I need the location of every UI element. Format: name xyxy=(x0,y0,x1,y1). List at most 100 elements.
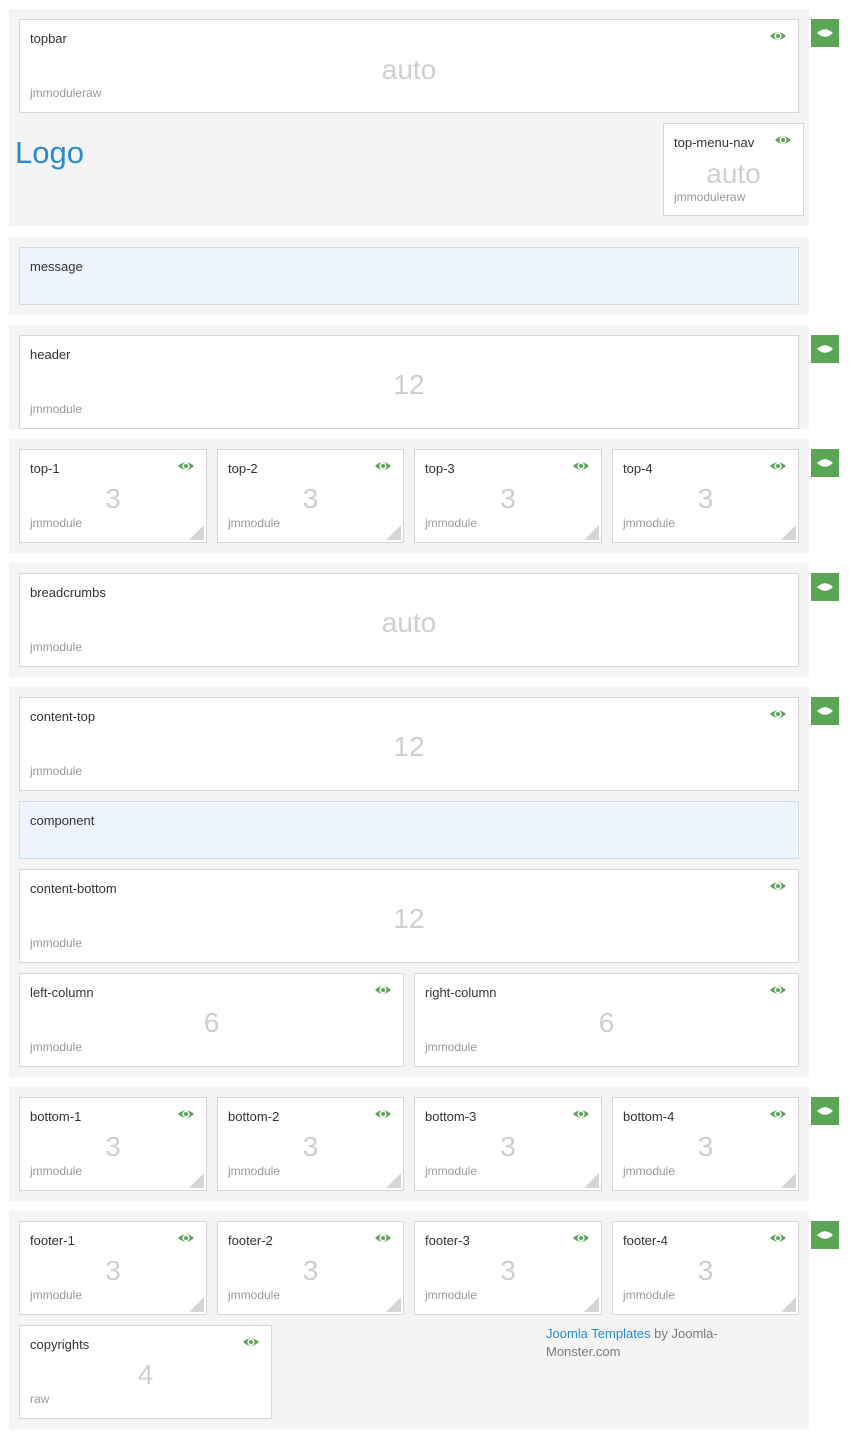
eye-icon[interactable] xyxy=(769,460,787,472)
module-bottom-3[interactable]: bottom-3 3 jmmodule xyxy=(414,1097,602,1191)
module-top-3[interactable]: top-3 3 jmmodule xyxy=(414,449,602,543)
module-title: copyrights xyxy=(30,1337,90,1352)
module-size: 6 xyxy=(598,1007,615,1038)
module-footer-3[interactable]: footer-3 3 jmmodule xyxy=(414,1221,602,1315)
section-visibility-button[interactable] xyxy=(811,1221,839,1249)
resize-handle-icon[interactable] xyxy=(386,1173,401,1188)
eye-icon xyxy=(817,29,833,37)
module-type: jmmodule xyxy=(30,1288,83,1302)
module-type: jmmodule xyxy=(228,516,281,530)
section-visibility-button[interactable] xyxy=(811,19,839,47)
resize-handle-icon[interactable] xyxy=(781,1173,796,1188)
resize-handle-icon[interactable] xyxy=(386,525,401,540)
module-top-menu-nav[interactable]: top-menu-nav auto jmmoduleraw xyxy=(663,123,804,216)
module-size: 3 xyxy=(500,1255,516,1286)
eye-icon[interactable] xyxy=(177,460,195,472)
logo: Logo xyxy=(15,135,84,170)
module-top-4[interactable]: top-4 3 jmmodule xyxy=(612,449,799,543)
module-message[interactable]: message xyxy=(19,247,799,305)
module-footer-2[interactable]: footer-2 3 jmmodule xyxy=(217,1221,404,1315)
module-title: top-4 xyxy=(623,461,653,476)
module-footer-4[interactable]: footer-4 3 jmmodule xyxy=(612,1221,799,1315)
eye-icon[interactable] xyxy=(572,460,590,472)
eye-icon[interactable] xyxy=(769,30,787,42)
resize-handle-icon[interactable] xyxy=(386,1297,401,1312)
eye-icon[interactable] xyxy=(769,984,787,996)
resize-handle-icon[interactable] xyxy=(189,1173,204,1188)
module-top-1[interactable]: top-1 3 jmmodule xyxy=(19,449,207,543)
module-type: jmmoduleraw xyxy=(674,190,746,204)
module-footer-1[interactable]: footer-1 3 jmmodule xyxy=(19,1221,207,1315)
eye-icon[interactable] xyxy=(774,134,792,146)
eye-icon[interactable] xyxy=(769,708,787,720)
module-right-column[interactable]: right-column 6 jmmodule xyxy=(414,973,799,1067)
module-size: 3 xyxy=(302,1255,319,1286)
resize-handle-icon[interactable] xyxy=(584,525,599,540)
section-visibility-button[interactable] xyxy=(811,449,839,477)
module-title: message xyxy=(30,259,83,274)
module-size: 12 xyxy=(393,903,425,934)
module-size: 3 xyxy=(697,1131,714,1162)
eye-icon xyxy=(817,1107,833,1115)
eye-icon[interactable] xyxy=(572,1108,590,1120)
module-size: 3 xyxy=(302,483,319,514)
module-top-2[interactable]: top-2 3 jmmodule xyxy=(217,449,404,543)
module-size: 3 xyxy=(105,1255,121,1286)
module-header[interactable]: header 12 jmmodule xyxy=(19,335,799,429)
eye-icon[interactable] xyxy=(769,1232,787,1244)
module-size: auto xyxy=(381,54,437,85)
eye-icon[interactable] xyxy=(374,460,392,472)
module-content-top[interactable]: content-top 12 jmmodule xyxy=(19,697,799,791)
module-breadcrumbs[interactable]: breadcrumbs auto jmmodule xyxy=(19,573,799,667)
module-title: top-1 xyxy=(30,461,60,476)
module-title: top-menu-nav xyxy=(674,135,755,150)
module-type: jmmodule xyxy=(425,1164,478,1178)
joomla-templates-link[interactable]: Joomla Templates xyxy=(546,1326,651,1341)
module-title: footer-4 xyxy=(623,1233,668,1248)
module-bottom-1[interactable]: bottom-1 3 jmmodule xyxy=(19,1097,207,1191)
eye-icon xyxy=(817,583,833,591)
module-size: 3 xyxy=(697,483,714,514)
section-visibility-button[interactable] xyxy=(811,1097,839,1125)
module-size: 4 xyxy=(137,1359,154,1390)
eye-icon[interactable] xyxy=(769,880,787,892)
module-title: footer-3 xyxy=(425,1233,470,1248)
module-type: jmmodule xyxy=(30,640,83,654)
module-bottom-4[interactable]: bottom-4 3 jmmodule xyxy=(612,1097,799,1191)
module-size: auto xyxy=(706,158,761,189)
module-title: header xyxy=(30,347,71,362)
resize-handle-icon[interactable] xyxy=(584,1173,599,1188)
module-component[interactable]: component xyxy=(19,801,799,859)
section-visibility-button[interactable] xyxy=(811,573,839,601)
module-type: jmmodule xyxy=(30,764,83,778)
section-visibility-button[interactable] xyxy=(811,335,839,363)
resize-handle-icon[interactable] xyxy=(189,525,204,540)
eye-icon[interactable] xyxy=(374,984,392,996)
module-left-column[interactable]: left-column 6 jmmodule xyxy=(19,973,404,1067)
resize-handle-icon[interactable] xyxy=(584,1297,599,1312)
eye-icon[interactable] xyxy=(769,1108,787,1120)
resize-handle-icon[interactable] xyxy=(189,1297,204,1312)
module-topbar[interactable]: topbar auto jmmoduleraw xyxy=(19,19,799,113)
eye-icon[interactable] xyxy=(242,1336,260,1348)
resize-handle-icon[interactable] xyxy=(781,1297,796,1312)
eye-icon[interactable] xyxy=(374,1232,392,1244)
module-content-bottom[interactable]: content-bottom 12 jmmodule xyxy=(19,869,799,963)
module-bottom-2[interactable]: bottom-2 3 jmmodule xyxy=(217,1097,404,1191)
module-type: jmmodule xyxy=(623,1288,676,1302)
eye-icon[interactable] xyxy=(177,1108,195,1120)
module-type: jmmodule xyxy=(623,516,676,530)
eye-icon[interactable] xyxy=(572,1232,590,1244)
module-title: bottom-3 xyxy=(425,1109,477,1124)
module-title: bottom-4 xyxy=(623,1109,675,1124)
eye-icon xyxy=(817,707,833,715)
module-size: 3 xyxy=(500,1131,516,1162)
eye-icon[interactable] xyxy=(177,1232,195,1244)
section-visibility-button[interactable] xyxy=(811,697,839,725)
module-copyrights[interactable]: copyrights 4 raw xyxy=(19,1325,272,1419)
module-title: footer-2 xyxy=(228,1233,273,1248)
module-type: jmmodule xyxy=(30,1040,83,1054)
module-size: auto xyxy=(381,607,437,638)
resize-handle-icon[interactable] xyxy=(781,525,796,540)
eye-icon[interactable] xyxy=(374,1108,392,1120)
